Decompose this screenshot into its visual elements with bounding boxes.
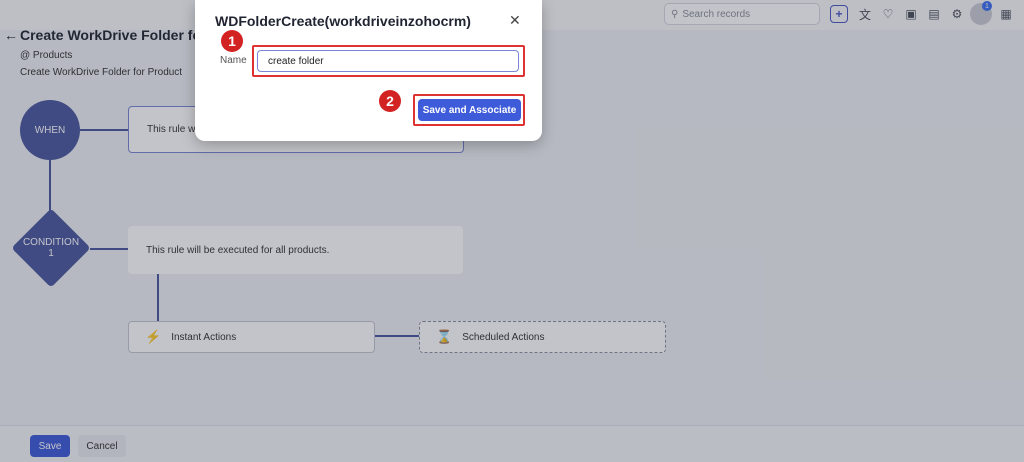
dialog-title: WDFolderCreate(workdriveinzohocrm)	[215, 13, 471, 29]
save-and-associate-button[interactable]: Save and Associate	[418, 99, 521, 121]
close-icon[interactable]: ✕	[509, 12, 521, 29]
step-1-marker: 1	[221, 30, 243, 52]
name-label: Name	[220, 55, 247, 66]
name-input[interactable]	[257, 50, 519, 72]
folder-create-dialog: WDFolderCreate(workdriveinzohocrm) ✕ Nam…	[195, 0, 542, 141]
step-2-marker: 2	[379, 90, 401, 112]
